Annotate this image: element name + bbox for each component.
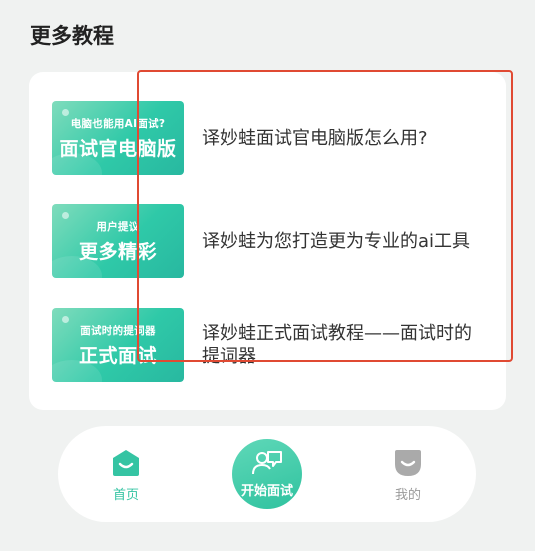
start-interview-button[interactable]: 开始面试	[232, 439, 302, 509]
thumb-caption-small: 电脑也能用AI面试?	[70, 118, 166, 130]
tutorial-item[interactable]: 电脑也能用AI面试? 面试官电脑版 译妙蛙面试官电脑版怎么用?	[52, 100, 492, 176]
thumb-caption-small: 用户提议	[96, 221, 140, 233]
thumb-caption-big: 正式面试	[78, 345, 157, 367]
tutorial-title[interactable]: 译妙蛙为您打造更为专业的ai工具	[202, 230, 487, 253]
thumb-caption-small: 面试时的提词器	[80, 325, 156, 337]
nav-home[interactable]: 首页	[96, 448, 156, 503]
tutorial-thumbnail[interactable]: 电脑也能用AI面试? 面试官电脑版	[52, 101, 184, 175]
tutorial-item[interactable]: 用户提议 更多精彩 译妙蛙为您打造更为专业的ai工具	[52, 203, 492, 279]
nav-me-label: 我的	[394, 488, 421, 503]
tutorial-thumbnail[interactable]: 面试时的提词器 正式面试	[52, 308, 184, 382]
thumb-caption-big: 面试官电脑版	[59, 138, 177, 160]
section-title: 更多教程	[30, 24, 114, 48]
tutorial-title[interactable]: 译妙蛙面试官电脑版怎么用?	[202, 127, 487, 150]
bottom-nav: 首页 开始面试 我的	[58, 426, 476, 522]
nav-home-label: 首页	[112, 488, 139, 503]
start-interview-label: 开始面试	[240, 484, 293, 499]
tutorial-list-card: 电脑也能用AI面试? 面试官电脑版 译妙蛙面试官电脑版怎么用? 用户提议 更多精…	[29, 72, 506, 410]
profile-icon	[395, 450, 421, 476]
decor-dot	[62, 316, 69, 323]
tutorial-thumbnail[interactable]: 用户提议 更多精彩	[52, 204, 184, 278]
chat-icon	[252, 451, 282, 475]
thumb-caption-big: 更多精彩	[78, 241, 157, 263]
tutorial-title[interactable]: 译妙蛙正式面试教程——面试时的提词器	[202, 322, 487, 368]
nav-me[interactable]: 我的	[378, 448, 438, 503]
decor-dot	[62, 109, 69, 116]
home-icon	[113, 450, 139, 476]
decor-dot	[62, 212, 69, 219]
tutorial-item[interactable]: 面试时的提词器 正式面试 译妙蛙正式面试教程——面试时的提词器	[52, 307, 492, 383]
